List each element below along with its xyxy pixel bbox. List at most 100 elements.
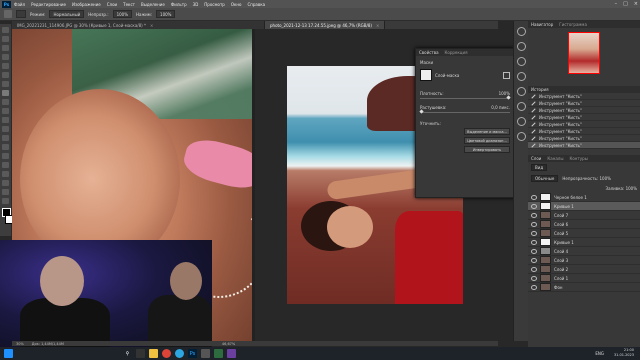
zoom-level-1[interactable]: 30% (16, 342, 24, 346)
history-icon[interactable] (516, 27, 526, 36)
layer-row[interactable]: Кривые 1 (528, 238, 640, 247)
history-brush-tool-icon[interactable] (2, 108, 9, 114)
menu-window[interactable]: Окно (231, 2, 242, 7)
character-icon[interactable] (516, 132, 526, 141)
chrome-icon[interactable] (162, 349, 171, 358)
flow-field[interactable]: 100% (156, 10, 176, 18)
stamp-tool-icon[interactable] (2, 99, 9, 105)
marquee-tool-icon[interactable] (2, 36, 9, 42)
tab-layers[interactable]: Слои (531, 156, 541, 161)
feather-slider[interactable] (419, 109, 510, 114)
slider-knob[interactable] (506, 95, 511, 100)
history-item[interactable]: Инструмент "Кисть" (528, 135, 640, 142)
brushes-icon[interactable] (516, 72, 526, 81)
history-item[interactable]: Инструмент "Кисть" (528, 93, 640, 100)
eye-icon[interactable] (531, 212, 537, 218)
eye-icon[interactable] (531, 275, 537, 281)
eye-icon[interactable] (531, 239, 537, 245)
eye-icon[interactable] (531, 221, 537, 227)
menu-edit[interactable]: Редактирование (31, 2, 66, 7)
clock[interactable]: 21:00 31.01.2023 (614, 348, 634, 358)
history-item[interactable]: Инструмент "Кисть" (528, 121, 640, 128)
blend-mode-select[interactable]: Обычные (531, 175, 559, 182)
eye-icon[interactable] (531, 248, 537, 254)
search-icon[interactable]: ⚲ (123, 349, 132, 358)
history-item[interactable]: Инструмент "Кисть" (528, 142, 640, 149)
menu-filter[interactable]: Фильтр (171, 2, 187, 7)
tab-properties[interactable]: Свойства (419, 50, 439, 55)
zoom-level-2[interactable]: 46,67% (222, 342, 235, 346)
app-icon[interactable] (227, 349, 236, 358)
layer-opacity[interactable]: Непрозрачность: 100% (562, 176, 611, 181)
tab-navigator[interactable]: Навигатор (531, 22, 553, 27)
layer-kind-select[interactable]: Вид (531, 164, 548, 171)
healing-tool-icon[interactable] (2, 81, 9, 87)
telegram-icon[interactable] (175, 349, 184, 358)
layer-fill[interactable]: Заливка: 100% (606, 186, 637, 191)
eye-icon[interactable] (531, 194, 537, 200)
move-tool-icon[interactable] (2, 27, 9, 33)
layer-row[interactable]: Слой 3 (528, 256, 640, 265)
task-view-icon[interactable] (136, 349, 145, 358)
app-icon[interactable] (214, 349, 223, 358)
history-item[interactable]: Инструмент "Кисть" (528, 107, 640, 114)
crop-tool-icon[interactable] (2, 63, 9, 69)
app-icon[interactable] (201, 349, 210, 358)
slider-knob[interactable] (419, 109, 424, 114)
tab-history[interactable]: История (531, 87, 549, 92)
paragraph-icon[interactable] (516, 117, 526, 126)
gradient-tool-icon[interactable] (2, 126, 9, 132)
language-indicator[interactable]: ENG (595, 351, 604, 356)
history-item[interactable]: Инструмент "Кисть" (528, 114, 640, 121)
layer-row[interactable]: Слой 5 (528, 229, 640, 238)
history-item[interactable]: Инструмент "Кисть" (528, 128, 640, 135)
close-icon[interactable]: × (376, 23, 379, 28)
brush-size-preset[interactable] (16, 10, 26, 18)
eye-icon[interactable] (531, 230, 537, 236)
adjustments-icon[interactable] (516, 87, 526, 96)
feather-value[interactable]: 0,0 пикс. (491, 105, 510, 110)
brush-tool-icon[interactable] (2, 90, 9, 96)
layer-row[interactable]: Слой 7 (528, 211, 640, 220)
menu-select[interactable]: Выделение (141, 2, 165, 7)
density-slider[interactable] (420, 95, 511, 100)
blur-tool-icon[interactable] (2, 135, 9, 141)
layer-row[interactable]: Кривые 1 (528, 202, 640, 211)
navigator-thumbnail[interactable] (568, 32, 600, 74)
layer-row[interactable]: Слой 6 (528, 220, 640, 229)
eye-icon[interactable] (531, 284, 537, 290)
tab-document-1[interactable]: IMG_20221231_114906.JPG @ 30% (Кривые 1,… (12, 21, 265, 29)
path-select-tool-icon[interactable] (2, 171, 9, 177)
explorer-icon[interactable] (149, 349, 158, 358)
quick-select-tool-icon[interactable] (2, 54, 9, 60)
menu-file[interactable]: Файл (14, 2, 25, 7)
mask-thumbnail[interactable] (420, 69, 432, 81)
hand-tool-icon[interactable] (2, 189, 9, 195)
close-icon[interactable]: × (634, 1, 638, 7)
eye-icon[interactable] (531, 203, 537, 209)
close-icon[interactable]: × (150, 23, 153, 28)
layer-row[interactable]: Слой 1 (528, 274, 640, 283)
swatches-icon[interactable] (516, 57, 526, 66)
zoom-tool-icon[interactable] (2, 198, 9, 204)
color-icon[interactable] (516, 42, 526, 51)
pen-tool-icon[interactable] (2, 153, 9, 159)
tab-channels[interactable]: Каналы (547, 156, 563, 161)
tab-paths[interactable]: Контуры (569, 156, 587, 161)
menu-type[interactable]: Текст (123, 2, 135, 7)
color-range-button[interactable]: Цветовой диапазон... (464, 137, 510, 144)
layer-row[interactable]: Фон (528, 283, 640, 292)
tab-histogram[interactable]: Гистограмма (559, 22, 587, 27)
tab-adjustments[interactable]: Коррекция (445, 50, 468, 55)
layer-row[interactable]: Слой 2 (528, 265, 640, 274)
brush-tool-icon[interactable] (4, 10, 12, 18)
invert-button[interactable]: Инвертировать (464, 146, 510, 153)
tab-document-2[interactable]: photo_2021-12-13 17.24.55.jpeg @ 46,7% (… (265, 21, 386, 29)
menu-3d[interactable]: 3D (193, 2, 199, 7)
eraser-tool-icon[interactable] (2, 117, 9, 123)
menu-layers[interactable]: Слои (107, 2, 117, 7)
start-icon[interactable] (4, 349, 13, 358)
layer-row[interactable]: Черное белое 1 (528, 193, 640, 202)
minimize-icon[interactable]: – (615, 1, 618, 7)
photoshop-taskbar-icon[interactable]: Ps (188, 349, 197, 358)
